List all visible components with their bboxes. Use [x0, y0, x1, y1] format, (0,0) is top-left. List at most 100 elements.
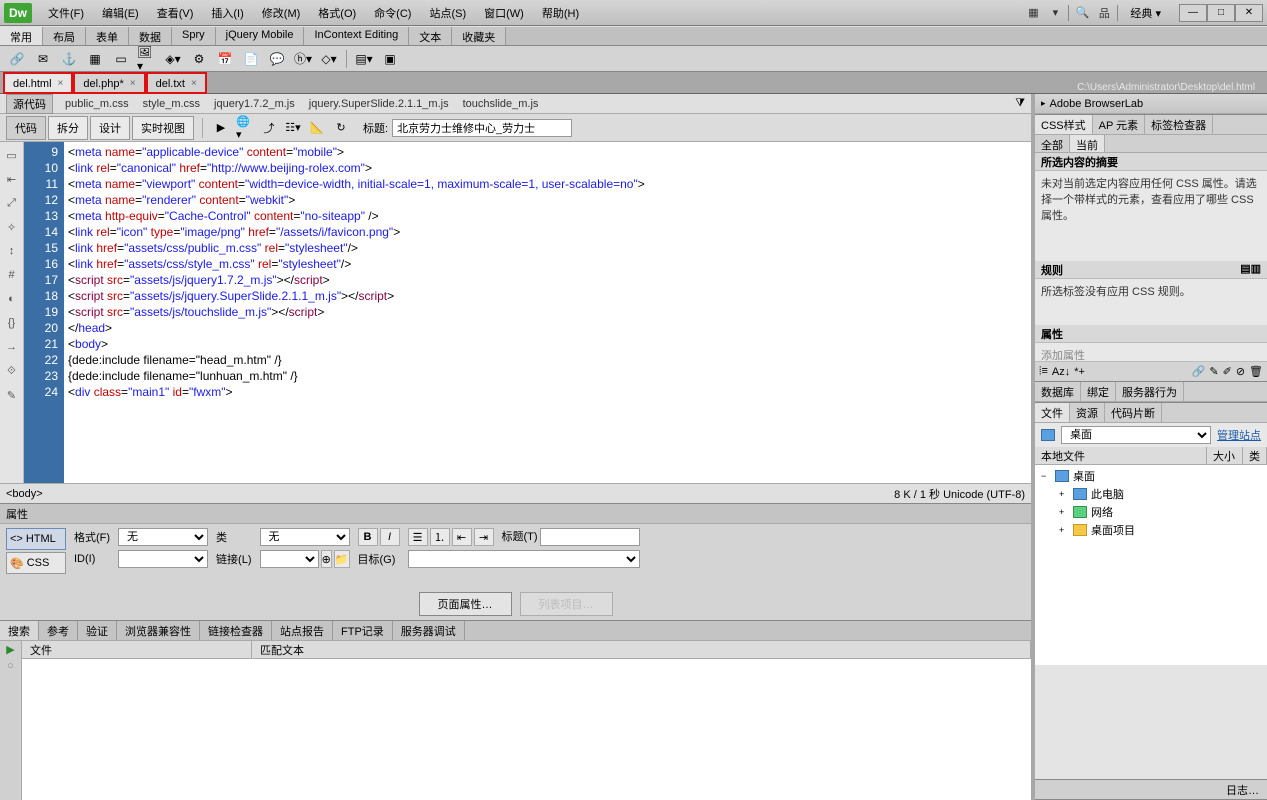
search-stop-icon[interactable]: ○: [7, 660, 14, 672]
col-file-header[interactable]: 文件: [22, 641, 252, 658]
hyperlink-icon[interactable]: 🔗: [6, 49, 28, 69]
menu-窗口(W)[interactable]: 窗口(W): [476, 2, 532, 24]
live-code-icon[interactable]: ▶: [211, 118, 231, 138]
related-file[interactable]: public_m.css: [65, 98, 129, 110]
view-代码[interactable]: 代码: [6, 116, 46, 140]
files-tree[interactable]: −桌面+此电脑+网络+桌面项目: [1035, 465, 1267, 665]
preview-icon[interactable]: 📐: [307, 118, 327, 138]
view-设计[interactable]: 设计: [90, 116, 130, 140]
menu-站点(S)[interactable]: 站点(S): [421, 2, 474, 24]
insert-tab-数据[interactable]: 数据: [129, 27, 172, 45]
menu-查看(V)[interactable]: 查看(V): [149, 2, 202, 24]
menu-插入(I)[interactable]: 插入(I): [203, 2, 251, 24]
filter-icon[interactable]: ⧩: [1015, 97, 1025, 110]
db-tab-绑定[interactable]: 绑定: [1081, 382, 1116, 401]
live-view-options-icon[interactable]: 🌐▾: [235, 118, 255, 138]
css-show-list-icon[interactable]: Aᴢ↓: [1052, 366, 1070, 378]
view-拆分[interactable]: 拆分: [48, 116, 88, 140]
target-select[interactable]: [408, 550, 640, 568]
extend-icon[interactable]: ▾: [1046, 4, 1064, 22]
id-select[interactable]: [118, 550, 208, 568]
browserlab-panel-header[interactable]: ▸Adobe BrowserLab: [1035, 94, 1267, 114]
css-subtab-当前[interactable]: 当前: [1070, 135, 1105, 152]
ul-btn[interactable]: ☰: [408, 528, 428, 546]
window-minimize[interactable]: —: [1179, 4, 1207, 22]
select-parent-icon[interactable]: ✧: [3, 218, 21, 236]
collapse-icon[interactable]: ⇤: [3, 170, 21, 188]
file-mgmt-icon[interactable]: ☷▾: [283, 118, 303, 138]
script-icon[interactable]: ◇▾: [318, 49, 340, 69]
balance-icon[interactable]: ↕: [3, 242, 21, 260]
link-browse-icon[interactable]: 📁: [334, 550, 350, 568]
files-col-type[interactable]: 类: [1243, 447, 1267, 464]
outdent-btn[interactable]: ⇤: [452, 528, 472, 546]
indent-icon[interactable]: →: [3, 338, 21, 356]
files-tab-文件[interactable]: 文件: [1035, 403, 1070, 422]
comment-icon[interactable]: 💬: [266, 49, 288, 69]
page-properties-btn[interactable]: 页面属性…: [419, 592, 512, 616]
insert-tab-文本[interactable]: 文本: [409, 27, 452, 45]
css-attach-icon[interactable]: 🔗: [1192, 365, 1206, 378]
results-tab-搜索[interactable]: 搜索: [0, 621, 39, 640]
close-tab-icon[interactable]: ×: [58, 78, 64, 89]
tree-item[interactable]: +此电脑: [1037, 485, 1265, 503]
bold-btn[interactable]: B: [358, 528, 378, 546]
close-tab-icon[interactable]: ×: [191, 78, 197, 89]
title-attr-input[interactable]: [540, 528, 640, 546]
email-icon[interactable]: ✉: [32, 49, 54, 69]
div-icon[interactable]: ▭: [110, 49, 132, 69]
related-file[interactable]: touchslide_m.js: [463, 98, 539, 110]
css-delete-icon[interactable]: 🗑: [1249, 365, 1263, 378]
insert-tab-jQuery Mobile[interactable]: jQuery Mobile: [216, 27, 305, 45]
search-icon[interactable]: 🔍: [1073, 4, 1091, 22]
title-input[interactable]: [392, 119, 572, 137]
results-tab-链接检查器[interactable]: 链接检查器: [200, 621, 272, 640]
link-point-icon[interactable]: ⊕: [321, 550, 332, 568]
tree-item[interactable]: −桌面: [1037, 467, 1265, 485]
code-content[interactable]: <meta name="applicable-device" content="…: [64, 142, 1031, 483]
results-tab-FTP记录[interactable]: FTP记录: [333, 621, 393, 640]
date-icon[interactable]: 📅: [214, 49, 236, 69]
css-subtab-全部[interactable]: 全部: [1035, 135, 1070, 152]
menu-文件(F)[interactable]: 文件(F): [40, 2, 92, 24]
tag-chooser-icon[interactable]: ▣: [379, 49, 401, 69]
code-editor[interactable]: ▭ ⇤ ⤢ ✧ ↕ # ◐ {} → ⟐ ✎ 91011121314151617…: [0, 142, 1031, 483]
open-docs-icon[interactable]: ▭: [3, 146, 21, 164]
files-tab-代码片断[interactable]: 代码片断: [1105, 403, 1162, 422]
head-icon[interactable]: ⓗ▾: [292, 49, 314, 69]
refresh-icon[interactable]: ↻: [331, 118, 351, 138]
menu-修改(M)[interactable]: 修改(M): [254, 2, 309, 24]
tree-item[interactable]: +网络: [1037, 503, 1265, 521]
inspect-icon[interactable]: ⤴: [259, 118, 279, 138]
prop-css-mode[interactable]: 🎨 CSS: [6, 552, 66, 574]
menu-编辑(E)[interactable]: 编辑(E): [94, 2, 147, 24]
tree-item[interactable]: +桌面项目: [1037, 521, 1265, 539]
search-play-icon[interactable]: ▶: [6, 643, 14, 656]
ol-btn[interactable]: ⒈: [430, 528, 450, 546]
site-select[interactable]: 桌面: [1061, 426, 1211, 444]
css-tab-标签检查器[interactable]: 标签检查器: [1145, 115, 1213, 134]
related-file[interactable]: jquery1.7.2_m.js: [214, 98, 295, 110]
anchor-icon[interactable]: ⚓: [58, 49, 80, 69]
media-icon[interactable]: ◈▾: [162, 49, 184, 69]
insert-tab-收藏夹[interactable]: 收藏夹: [452, 27, 506, 45]
view-实时视图[interactable]: 实时视图: [132, 116, 194, 140]
manage-sites-link[interactable]: 管理站点: [1217, 427, 1261, 443]
files-tab-资源[interactable]: 资源: [1070, 403, 1105, 422]
prop-html-mode[interactable]: <> HTML: [6, 528, 66, 550]
apply-comment-icon[interactable]: ✎: [3, 386, 21, 404]
window-close[interactable]: ✕: [1235, 4, 1263, 22]
csslive-icon[interactable]: 品: [1095, 4, 1113, 22]
window-maximize[interactable]: □: [1207, 4, 1235, 22]
widget-icon[interactable]: ⚙: [188, 49, 210, 69]
insert-tab-表单[interactable]: 表单: [86, 27, 129, 45]
menu-帮助(H)[interactable]: 帮助(H): [534, 2, 587, 24]
class-select[interactable]: 无: [260, 528, 350, 546]
results-tab-参考[interactable]: 参考: [39, 621, 78, 640]
css-cascade-icon[interactable]: ▤▥: [1240, 262, 1261, 277]
format-icon[interactable]: ⟐: [3, 362, 21, 380]
related-file[interactable]: jquery.SuperSlide.2.1.1_m.js: [309, 98, 449, 110]
templates-icon[interactable]: ▤▾: [353, 49, 375, 69]
properties-header[interactable]: 属性: [0, 504, 1031, 524]
tag-selector[interactable]: <body>: [6, 488, 43, 500]
